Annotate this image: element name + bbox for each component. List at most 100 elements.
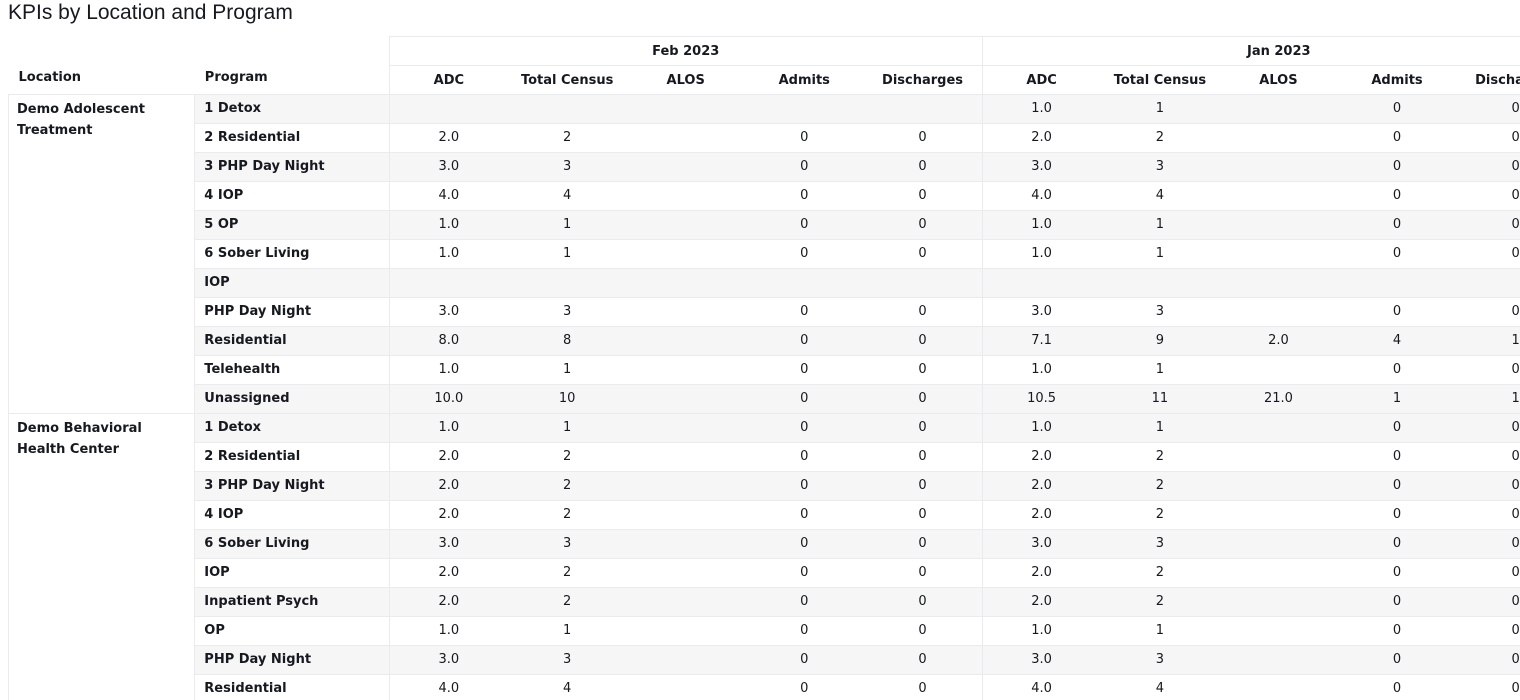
value-cell-admits[interactable]: 0: [744, 210, 864, 240]
value-cell-admits[interactable]: 0: [744, 558, 864, 588]
header-metric-alos[interactable]: ALOS: [626, 65, 745, 95]
value-cell-adc[interactable]: [981, 268, 1101, 298]
value-cell-adc[interactable]: 3.0: [388, 645, 508, 675]
value-cell-total-census[interactable]: 4: [1100, 674, 1220, 700]
location-cell[interactable]: Demo Adolescent Treatment: [8, 94, 196, 414]
program-cell[interactable]: IOP: [194, 558, 390, 588]
value-cell-total-census[interactable]: 2: [507, 558, 627, 588]
value-cell-admits[interactable]: 0: [744, 181, 864, 211]
value-cell-discharges[interactable]: 0: [1456, 500, 1520, 530]
value-cell-adc[interactable]: 1.0: [388, 355, 508, 385]
value-cell-alos[interactable]: [1219, 355, 1338, 385]
value-cell-alos[interactable]: [1219, 268, 1338, 298]
value-cell-adc[interactable]: 1.0: [388, 413, 508, 443]
value-cell-alos[interactable]: [626, 123, 745, 153]
value-cell-admits[interactable]: [744, 268, 864, 298]
value-cell-discharges[interactable]: 0: [863, 181, 983, 211]
value-cell-adc[interactable]: 3.0: [388, 152, 508, 182]
value-cell-total-census[interactable]: [507, 94, 627, 124]
value-cell-total-census[interactable]: 2: [507, 587, 627, 617]
program-cell[interactable]: 5 OP: [194, 210, 390, 240]
value-cell-discharges[interactable]: 0: [1456, 616, 1520, 646]
value-cell-alos[interactable]: [626, 268, 745, 298]
program-cell[interactable]: 6 Sober Living: [194, 239, 390, 269]
value-cell-alos[interactable]: [626, 181, 745, 211]
value-cell-admits[interactable]: 0: [1337, 355, 1457, 385]
value-cell-alos[interactable]: [626, 413, 745, 443]
value-cell-alos[interactable]: [626, 355, 745, 385]
value-cell-admits[interactable]: 0: [744, 355, 864, 385]
value-cell-discharges[interactable]: 0: [863, 355, 983, 385]
value-cell-total-census[interactable]: 9: [1100, 326, 1220, 356]
header-period-jan-2023[interactable]: Jan 2023: [981, 36, 1520, 66]
value-cell-total-census[interactable]: 2: [1100, 587, 1220, 617]
value-cell-total-census[interactable]: 2: [1100, 123, 1220, 153]
value-cell-adc[interactable]: 2.0: [388, 558, 508, 588]
program-cell[interactable]: 3 PHP Day Night: [194, 471, 390, 501]
value-cell-total-census[interactable]: 3: [507, 529, 627, 559]
value-cell-adc[interactable]: 1.0: [981, 210, 1101, 240]
header-metric-total-census[interactable]: Total Census: [1100, 65, 1220, 95]
program-cell[interactable]: 1 Detox: [194, 413, 390, 443]
value-cell-discharges[interactable]: 0: [863, 529, 983, 559]
value-cell-admits[interactable]: 0: [1337, 674, 1457, 700]
value-cell-admits[interactable]: 0: [1337, 239, 1457, 269]
program-cell[interactable]: Inpatient Psych: [194, 587, 390, 617]
value-cell-total-census[interactable]: 11: [1100, 384, 1220, 414]
value-cell-admits[interactable]: 0: [744, 587, 864, 617]
value-cell-discharges[interactable]: [863, 94, 983, 124]
value-cell-discharges[interactable]: 0: [1456, 210, 1520, 240]
value-cell-alos[interactable]: [1219, 94, 1338, 124]
value-cell-adc[interactable]: 2.0: [388, 500, 508, 530]
value-cell-adc[interactable]: [388, 268, 508, 298]
value-cell-adc[interactable]: 10.0: [388, 384, 508, 414]
value-cell-admits[interactable]: 0: [1337, 558, 1457, 588]
header-program[interactable]: Program: [194, 36, 390, 95]
value-cell-adc[interactable]: 1.0: [981, 355, 1101, 385]
value-cell-total-census[interactable]: 3: [507, 645, 627, 675]
program-cell[interactable]: OP: [194, 616, 390, 646]
value-cell-discharges[interactable]: [863, 268, 983, 298]
value-cell-admits[interactable]: 4: [1337, 326, 1457, 356]
value-cell-total-census[interactable]: 1: [1100, 355, 1220, 385]
program-cell[interactable]: 1 Detox: [194, 94, 390, 124]
value-cell-alos[interactable]: [626, 152, 745, 182]
value-cell-discharges[interactable]: 0: [1456, 558, 1520, 588]
value-cell-adc[interactable]: 3.0: [981, 645, 1101, 675]
value-cell-total-census[interactable]: 1: [1100, 210, 1220, 240]
value-cell-discharges[interactable]: 1: [1456, 326, 1520, 356]
value-cell-adc[interactable]: 1.0: [388, 239, 508, 269]
value-cell-adc[interactable]: 2.0: [981, 471, 1101, 501]
value-cell-total-census[interactable]: 3: [507, 152, 627, 182]
value-cell-adc[interactable]: 8.0: [388, 326, 508, 356]
value-cell-adc[interactable]: 3.0: [981, 297, 1101, 327]
value-cell-total-census[interactable]: 2: [1100, 442, 1220, 472]
value-cell-adc[interactable]: 2.0: [388, 587, 508, 617]
value-cell-admits[interactable]: 0: [744, 674, 864, 700]
value-cell-discharges[interactable]: 0: [1456, 355, 1520, 385]
value-cell-adc[interactable]: 2.0: [388, 471, 508, 501]
program-cell[interactable]: Unassigned: [194, 384, 390, 414]
program-cell[interactable]: 2 Residential: [194, 442, 390, 472]
value-cell-total-census[interactable]: 2: [1100, 558, 1220, 588]
value-cell-alos[interactable]: [1219, 210, 1338, 240]
value-cell-admits[interactable]: 0: [1337, 152, 1457, 182]
value-cell-admits[interactable]: 0: [1337, 587, 1457, 617]
value-cell-alos[interactable]: [1219, 500, 1338, 530]
value-cell-alos[interactable]: [1219, 558, 1338, 588]
value-cell-alos[interactable]: [626, 529, 745, 559]
value-cell-adc[interactable]: 1.0: [981, 239, 1101, 269]
value-cell-total-census[interactable]: 10: [507, 384, 627, 414]
value-cell-total-census[interactable]: 8: [507, 326, 627, 356]
value-cell-total-census[interactable]: 1: [507, 413, 627, 443]
value-cell-total-census[interactable]: 2: [507, 123, 627, 153]
value-cell-adc[interactable]: 3.0: [388, 297, 508, 327]
value-cell-alos[interactable]: [1219, 442, 1338, 472]
value-cell-admits[interactable]: 0: [744, 384, 864, 414]
value-cell-total-census[interactable]: 4: [1100, 181, 1220, 211]
value-cell-admits[interactable]: 0: [744, 616, 864, 646]
value-cell-admits[interactable]: 0: [1337, 645, 1457, 675]
header-metric-adc[interactable]: ADC: [981, 65, 1101, 95]
value-cell-total-census[interactable]: 4: [507, 181, 627, 211]
value-cell-alos[interactable]: [1219, 674, 1338, 700]
